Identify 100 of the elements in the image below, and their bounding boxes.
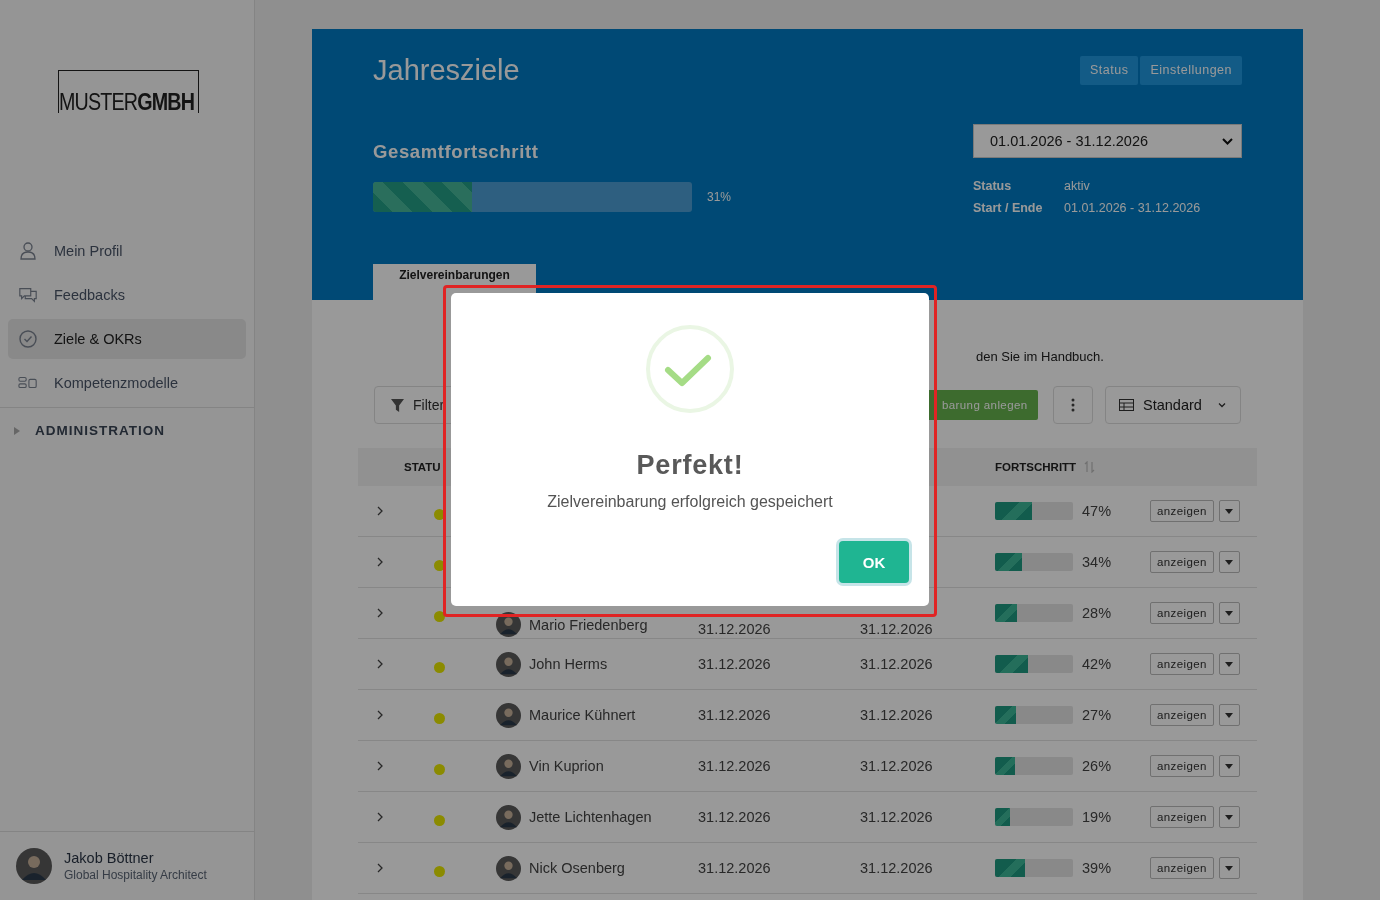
progress-percent: 26% [1082, 758, 1112, 774]
expand-icon[interactable] [376, 557, 384, 567]
filter-icon [391, 398, 404, 412]
caret-icon [1225, 610, 1234, 616]
expand-icon[interactable] [376, 863, 384, 873]
avatar-icon [16, 848, 52, 884]
status-dot [434, 763, 445, 775]
show-button[interactable]: anzeigen [1150, 704, 1214, 726]
status-dot [434, 559, 445, 571]
user-role: Global Hospitality Architect [64, 868, 207, 882]
end-date: 31.12.2026 [860, 758, 933, 774]
progress-percent: 19% [1082, 809, 1112, 825]
progress-title: Gesamtfortschritt [373, 141, 540, 163]
expand-icon[interactable] [376, 710, 384, 720]
view-dropdown[interactable]: Standard [1105, 386, 1241, 424]
options-button[interactable] [1218, 653, 1240, 675]
sidebar-section[interactable]: ADMINISTRATION [35, 423, 165, 438]
person-name: Jette Lichtenhagen [529, 809, 652, 825]
options-button[interactable] [1218, 806, 1240, 828]
chevron-down-icon[interactable] [1222, 137, 1233, 145]
page-title: Jahresziele [373, 53, 520, 88]
logo: MUSTERGMBH [58, 70, 199, 113]
more-icon [1071, 398, 1075, 412]
progress-percent: 47% [1082, 503, 1112, 519]
column-header[interactable]: FORTSCHRITT [995, 461, 1077, 473]
expand-icon[interactable] [376, 506, 384, 516]
info-value: aktiv [1064, 179, 1091, 193]
hint-text: den Sie im Handbuch. [976, 349, 1105, 365]
check-circle-icon [18, 329, 38, 349]
period-select[interactable]: 01.01.2026 - 31.12.2026 [973, 124, 1242, 158]
caret-icon [1225, 661, 1234, 667]
show-button[interactable]: anzeigen [1150, 653, 1214, 675]
start-date: 31.12.2026 [698, 758, 771, 774]
show-button[interactable]: anzeigen [1150, 551, 1214, 573]
options-button[interactable] [1218, 500, 1240, 522]
user-name: Jakob Böttner [64, 850, 155, 866]
status-dot [434, 610, 445, 622]
status-dot [434, 712, 445, 724]
table-icon [1119, 399, 1134, 411]
avatar-icon [496, 612, 521, 637]
person-name: Mario Friedenberg [529, 616, 648, 633]
caret-icon [1225, 763, 1234, 769]
expand-icon[interactable] [376, 659, 384, 669]
avatar-icon [496, 804, 521, 830]
show-button[interactable]: anzeigen [1150, 857, 1214, 879]
start-date: 31.12.2026 [698, 809, 771, 825]
avatar-icon [496, 753, 521, 779]
options-button[interactable] [1218, 857, 1240, 879]
person-name: Vin Kuprion [529, 758, 604, 774]
info-label: Start / Ende [973, 201, 1044, 215]
expand-icon[interactable] [376, 761, 384, 771]
person-name: John Herms [529, 656, 608, 672]
column-header: STATU [404, 461, 442, 473]
progress-percent: 34% [1082, 554, 1112, 570]
caret-icon [1225, 559, 1234, 565]
start-date: 31.12.2026 [698, 860, 771, 876]
end-date: 31.12.2026 [860, 707, 933, 723]
expand-icon[interactable] [376, 812, 384, 822]
options-button[interactable] [1218, 551, 1240, 573]
caret-icon [1225, 712, 1234, 718]
show-button[interactable]: anzeigen [1150, 755, 1214, 777]
sidebar-item[interactable]: Ziele & OKRs [8, 319, 246, 359]
options-button[interactable] [1218, 602, 1240, 624]
progress-percent: 28% [1082, 605, 1112, 621]
caret-icon [1225, 814, 1234, 820]
progress-percent: 42% [1082, 656, 1112, 672]
success-check-icon [645, 324, 735, 414]
end-date: 31.12.2026 [860, 860, 933, 876]
status-dot [434, 661, 445, 673]
status-dot [434, 865, 445, 877]
start-date: 31.12.2026 [698, 707, 771, 723]
options-button[interactable] [1218, 704, 1240, 726]
dialog-message: Zielvereinbarung erfolgreich gespeichert [547, 493, 833, 511]
show-button[interactable]: anzeigen [1150, 500, 1214, 522]
person-name: Nick Osenberg [529, 860, 625, 876]
end-date: 31.12.2026 [860, 809, 933, 825]
options-button[interactable] [1218, 755, 1240, 777]
person-name: Maurice Kühnert [529, 707, 636, 723]
sidebar-item[interactable]: Feedbacks [8, 275, 246, 315]
status-dot [434, 508, 445, 520]
show-button[interactable]: anzeigen [1150, 806, 1214, 828]
caret-icon [1225, 865, 1234, 871]
show-button[interactable]: anzeigen [1150, 602, 1214, 624]
progress-percent: 39% [1082, 860, 1112, 876]
status-dot [434, 814, 445, 826]
avatar-icon [496, 855, 521, 881]
info-label: Status [973, 179, 1013, 193]
progress-percent: 27% [1082, 707, 1112, 723]
start-date: 31.12.2026 [698, 656, 771, 672]
chat-icon [18, 285, 38, 305]
end-date: 31.12.2026 [860, 656, 933, 672]
expand-icon[interactable] [376, 608, 384, 618]
sidebar-item[interactable]: Mein Profil [8, 231, 246, 271]
avatar-icon [496, 702, 521, 728]
dialog-title: Perfekt! [636, 450, 744, 481]
end-date: 31.12.2026 [860, 621, 933, 637]
avatar-icon [496, 651, 521, 677]
sidebar-item[interactable]: Kompetenzmodelle [8, 363, 246, 403]
info-value: 01.01.2026 - 31.12.2026 [1064, 201, 1202, 215]
person-icon [18, 241, 38, 261]
